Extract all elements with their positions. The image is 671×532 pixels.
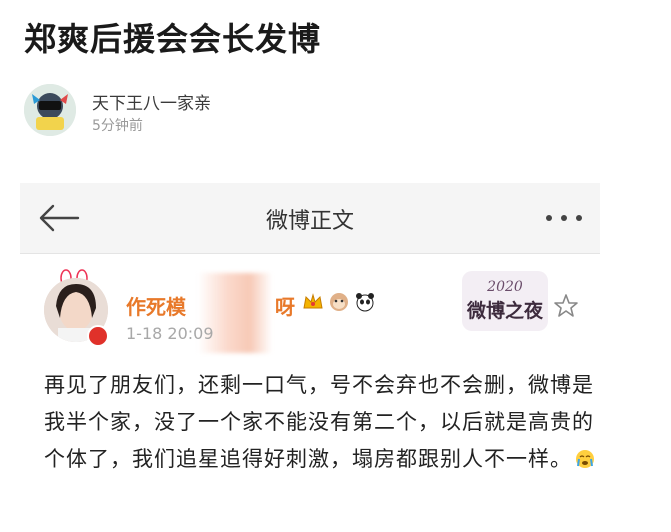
weibo-nav-bar: 微博正文 bbox=[20, 183, 600, 254]
poster-name-suffix[interactable]: 呀 bbox=[275, 291, 295, 320]
post-body-text: 再见了朋友们，还剩一口气，号不会弃也不会删，微博是我半个家，没了一个家不能没有第… bbox=[44, 373, 594, 471]
author-avatar[interactable] bbox=[24, 84, 76, 136]
nav-title: 微博正文 bbox=[265, 209, 354, 234]
crown-icon bbox=[303, 293, 323, 309]
weibo-screenshot: 微博正文 作死模 呀 1-18 20:09 2020 微博之夜 再见了朋友们，还… bbox=[20, 183, 600, 523]
post-timestamp: 5分钟前 bbox=[92, 118, 143, 134]
crying-face-emoji-icon bbox=[576, 450, 594, 468]
post-body: 再见了朋友们，还剩一口气，号不会弃也不会删，微博是我半个家，没了一个家不能没有第… bbox=[44, 367, 600, 478]
weibo-night-2020-logo-icon: 2020 微博之夜 bbox=[462, 271, 548, 331]
favorite-star-icon[interactable] bbox=[553, 293, 579, 319]
more-options-icon[interactable] bbox=[544, 213, 584, 223]
panda-badge-icon bbox=[356, 293, 374, 312]
monkey-badge-icon bbox=[330, 293, 348, 311]
author-name[interactable]: 天下王八一家亲 bbox=[92, 89, 211, 114]
poster-name[interactable]: 作死模 bbox=[126, 291, 186, 320]
article-title: 郑爽后援会会长发博 bbox=[24, 20, 322, 58]
verified-badge-icon bbox=[87, 325, 109, 347]
poster-time: 1-18 20:09 bbox=[126, 324, 214, 343]
svg-text:微博之夜: 微博之夜 bbox=[466, 299, 544, 322]
svg-text:2020: 2020 bbox=[486, 279, 523, 295]
author-avatar-image bbox=[24, 84, 76, 136]
